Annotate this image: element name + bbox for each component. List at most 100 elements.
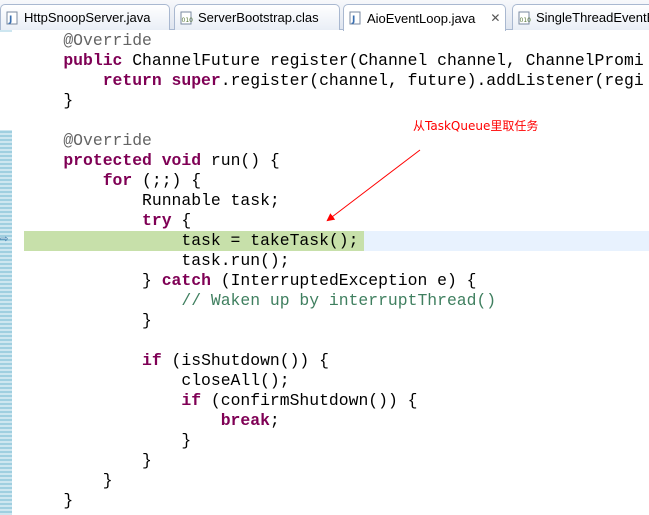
- code-token: .register(channel, future).addListener(r…: [220, 71, 644, 90]
- tab-label: AioEventLoop.java: [367, 10, 476, 26]
- code-line[interactable]: [24, 111, 649, 131]
- code-token: try: [24, 211, 172, 230]
- code-text: @Override: [24, 131, 152, 151]
- svg-text:J: J: [8, 15, 12, 25]
- code-line[interactable]: }: [24, 451, 649, 471]
- code-line-current[interactable]: task = takeTask();: [24, 231, 649, 251]
- code-line[interactable]: try {: [24, 211, 649, 231]
- change-marker: [0, 30, 12, 32]
- code-token: public: [24, 51, 123, 70]
- code-text: }: [24, 471, 113, 491]
- code-token: }: [24, 431, 192, 450]
- svg-text:010: 010: [520, 17, 532, 24]
- code-token: }: [24, 91, 74, 110]
- code-token: ;: [269, 411, 280, 430]
- code-text: for (;;) {: [24, 171, 201, 191]
- code-text: @Override: [24, 31, 152, 51]
- code-token: }: [24, 471, 113, 490]
- code-token: }: [24, 271, 162, 290]
- code-text: protected void run() {: [24, 151, 280, 171]
- code-text: Runnable task;: [24, 191, 280, 211]
- svg-text:010: 010: [182, 17, 194, 24]
- code-line[interactable]: }: [24, 91, 649, 111]
- code-line[interactable]: return super.register(channel, future).a…: [24, 71, 649, 91]
- code-text: try {: [24, 211, 191, 231]
- code-text: }: [24, 431, 191, 451]
- code-text: break;: [24, 411, 280, 431]
- tab-label: HttpSnoopServer.java: [24, 10, 151, 25]
- code-text: task = takeTask();: [24, 231, 358, 251]
- code-text: task.run();: [24, 251, 290, 271]
- code-line[interactable]: }: [24, 471, 649, 491]
- code-text: // Waken up by interruptThread(): [24, 291, 496, 311]
- code-editor[interactable]: @Override public ChannelFuture register(…: [24, 30, 649, 515]
- class-file-icon: 010: [180, 11, 194, 24]
- code-text: closeAll();: [24, 371, 290, 391]
- code-line[interactable]: protected void run() {: [24, 151, 649, 171]
- code-token: if: [24, 391, 202, 410]
- java-file-icon: J: [349, 11, 361, 25]
- code-token: closeAll();: [24, 371, 290, 390]
- code-token: run() {: [201, 151, 280, 170]
- code-line[interactable]: } catch (InterruptedException e) {: [24, 271, 649, 291]
- code-token: task.run();: [24, 251, 290, 270]
- class-file-icon: 010: [518, 11, 532, 24]
- tab-aioeventloop[interactable]: J AioEventLoop.java ✕: [343, 4, 506, 31]
- close-icon[interactable]: ✕: [489, 11, 501, 25]
- code-line[interactable]: task.run();: [24, 251, 649, 271]
- code-token: for: [24, 171, 133, 190]
- code-line[interactable]: break;: [24, 411, 649, 431]
- code-text: }: [24, 451, 152, 471]
- code-text: }: [24, 91, 73, 111]
- code-text: if (isShutdown()) {: [24, 351, 329, 371]
- code-line[interactable]: closeAll();: [24, 371, 649, 391]
- code-line[interactable]: if (confirmShutdown()) {: [24, 391, 649, 411]
- code-text: return super.register(channel, future).a…: [24, 71, 644, 91]
- editor-tab-bar: J HttpSnoopServer.java 010 ServerBootstr…: [0, 0, 649, 31]
- instruction-pointer-icon: ⇨: [0, 234, 9, 245]
- code-line[interactable]: }: [24, 491, 649, 511]
- code-text: }: [24, 311, 152, 331]
- code-token: (isShutdown()) {: [161, 351, 329, 370]
- code-line[interactable]: // Waken up by interruptThread(): [24, 291, 649, 311]
- code-token: {: [171, 211, 192, 230]
- code-line[interactable]: [24, 331, 649, 351]
- code-text: } catch (InterruptedException e) {: [24, 271, 476, 291]
- code-token: (;;) {: [132, 171, 202, 190]
- code-token: Runnable task;: [24, 191, 280, 210]
- java-file-icon: J: [6, 11, 18, 25]
- tab-httpsnoopserver[interactable]: J HttpSnoopServer.java: [0, 4, 170, 30]
- code-token: (confirmShutdown()) {: [201, 391, 418, 410]
- code-line[interactable]: public ChannelFuture register(Channel ch…: [24, 51, 649, 71]
- code-token: @Override: [24, 31, 152, 50]
- code-token: @Override: [24, 131, 152, 150]
- code-token: ChannelFuture register(Channel channel, …: [122, 51, 644, 70]
- code-token: }: [24, 491, 74, 510]
- code-text: if (confirmShutdown()) {: [24, 391, 417, 411]
- code-line[interactable]: for (;;) {: [24, 171, 649, 191]
- svg-text:J: J: [351, 15, 355, 25]
- editor-gutter[interactable]: ⇨: [0, 30, 12, 515]
- annotation-label: 从TaskQueue里取任务: [413, 119, 539, 133]
- code-line[interactable]: @Override: [24, 131, 649, 151]
- change-marker: [0, 130, 12, 515]
- code-line[interactable]: }: [24, 431, 649, 451]
- code-text: public ChannelFuture register(Channel ch…: [24, 51, 644, 71]
- code-token: // Waken up by interruptThread(): [24, 291, 497, 310]
- code-token: break: [24, 411, 270, 430]
- tab-label: ServerBootstrap.clas: [198, 10, 319, 25]
- code-token: }: [24, 451, 152, 470]
- code-text: }: [24, 491, 73, 511]
- tab-singlethreadeventexecutor[interactable]: 010 SingleThreadEventE: [512, 4, 649, 30]
- code-line[interactable]: if (isShutdown()) {: [24, 351, 649, 371]
- code-token: protected void: [24, 151, 202, 170]
- code-token: catch: [161, 271, 211, 290]
- code-line[interactable]: @Override: [24, 31, 649, 51]
- tab-serverbootstrap[interactable]: 010 ServerBootstrap.clas: [174, 4, 340, 30]
- code-line[interactable]: }: [24, 311, 649, 331]
- code-token: return super: [24, 71, 221, 90]
- code-token: if: [24, 351, 162, 370]
- code-line[interactable]: Runnable task;: [24, 191, 649, 211]
- code-token: task = takeTask();: [24, 231, 359, 250]
- tab-label: SingleThreadEventE: [536, 10, 649, 25]
